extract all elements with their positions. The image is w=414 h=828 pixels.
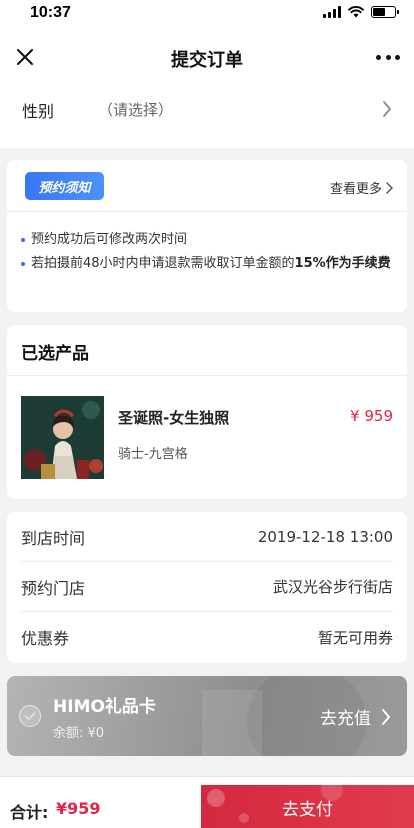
- product-price: ¥ 959: [350, 407, 393, 425]
- view-more-label: 查看更多: [329, 182, 382, 197]
- check-circle-icon[interactable]: [19, 705, 41, 727]
- info-label: 预约门店: [21, 578, 86, 598]
- arrival-time-row[interactable]: 到店时间 2019-12-18 13:00: [21, 512, 393, 562]
- status-bar: 10:37: [0, 0, 414, 28]
- wifi-icon: [348, 6, 364, 18]
- status-time: 10:37: [30, 4, 71, 21]
- info-value: 暂无可用券: [317, 628, 393, 647]
- chevron-right-icon: [383, 101, 391, 117]
- signal-icon: [323, 6, 341, 18]
- info-value: 武汉光谷步行街店: [272, 578, 393, 596]
- total-label: 合计:: [10, 803, 49, 822]
- notice-tag: 预约须知: [25, 172, 104, 200]
- chevron-right-icon: [386, 181, 393, 194]
- product-name: 圣诞照-女生独照: [118, 409, 230, 427]
- recharge-button[interactable]: 去充值: [320, 704, 391, 729]
- info-label: 优惠券: [21, 629, 70, 648]
- total-value: ¥959: [56, 799, 101, 818]
- pay-label: 去支付: [282, 799, 333, 820]
- page-title: 提交订单: [171, 50, 243, 71]
- gender-label: 性别: [22, 102, 55, 121]
- product-thumbnail[interactable]: [21, 396, 104, 479]
- notice-list: 预约成功后可修改两次时间 若拍摄前48小时内申请退款需收取订单金额的15%作为手…: [21, 230, 393, 278]
- product-spec: 骑士-九宫格: [118, 447, 188, 462]
- gift-card-title: HIMO礼品卡: [53, 697, 156, 717]
- view-more-link[interactable]: 查看更多: [330, 178, 393, 197]
- info-value: 2019-12-18 13:00: [257, 527, 393, 546]
- bottom-bar: 合计: ¥959 去支付: [0, 776, 414, 828]
- section-title: 已选产品: [21, 344, 89, 364]
- selected-product-card: 已选产品 圣诞照-女生独照 ¥ 959 骑士-九宫格: [7, 325, 407, 499]
- booking-notice-card: 预约须知 查看更多 预约成功后可修改两次时间 若拍摄前48小时内申请退款需收取订…: [7, 160, 407, 312]
- decoration: [202, 690, 262, 756]
- divider: [7, 375, 407, 376]
- nav-bar: 提交订单: [0, 28, 414, 86]
- notice-item: 预约成功后可修改两次时间: [21, 230, 393, 250]
- more-icon[interactable]: [376, 46, 400, 68]
- recharge-label: 去充值: [320, 709, 371, 729]
- notice-item: 若拍摄前48小时内申请退款需收取订单金额的15%作为手续费: [21, 254, 393, 274]
- chevron-right-icon: [382, 708, 390, 725]
- store-row[interactable]: 预约门店 武汉光谷步行街店: [21, 562, 393, 612]
- divider: [7, 211, 407, 212]
- gift-card-balance: 余额: ¥0: [53, 726, 105, 741]
- info-label: 到店时间: [21, 528, 86, 548]
- gift-card-banner: HIMO礼品卡 余额: ¥0 去充值: [7, 676, 407, 756]
- coupon-row[interactable]: 优惠券 暂无可用券: [21, 612, 393, 662]
- battery-icon: [371, 6, 399, 18]
- gender-value: （请选择）: [98, 101, 174, 119]
- booking-info-card: 到店时间 2019-12-18 13:00 预约门店 武汉光谷步行街店 优惠券 …: [7, 512, 407, 663]
- status-icons: [323, 6, 399, 18]
- gender-row[interactable]: 性别 （请选择）: [0, 86, 414, 234]
- pay-button[interactable]: 去支付: [201, 779, 414, 828]
